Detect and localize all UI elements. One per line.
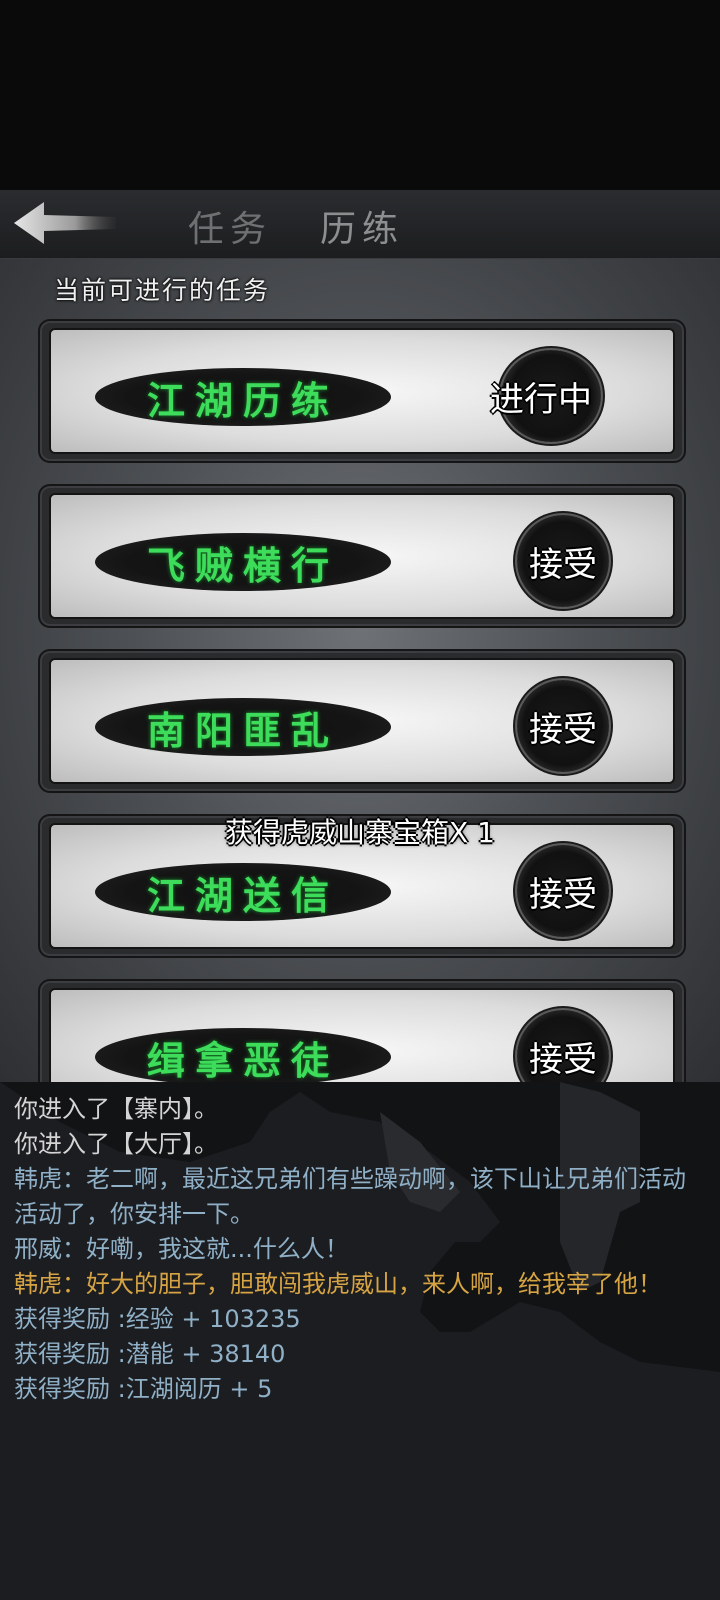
quest-name-brush: 飞贼横行 bbox=[95, 533, 391, 591]
quest-panel: 当前可进行的任务 江湖历练 进行中 飞贼横行 接受 南阳匪乱 接受 江湖送信 接… bbox=[0, 259, 720, 1082]
quest-card-inner: 江湖历练 进行中 bbox=[49, 328, 675, 454]
panel-title: 当前可进行的任务 bbox=[54, 276, 271, 305]
quest-card: 江湖历练 进行中 bbox=[38, 319, 686, 463]
quest-card-inner: 缉拿恶徒 接受 bbox=[49, 988, 675, 1082]
quest-name-brush: 南阳匪乱 bbox=[95, 698, 391, 756]
quest-name: 飞贼横行 bbox=[146, 542, 339, 588]
quest-action-label: 接受 bbox=[529, 544, 597, 585]
quest-name-brush: 缉拿恶徒 bbox=[95, 1028, 391, 1082]
back-button[interactable] bbox=[10, 198, 120, 248]
quest-name: 江湖送信 bbox=[146, 872, 339, 918]
accept-quest-button[interactable]: 接受 bbox=[517, 1010, 609, 1082]
quest-card-inner: 飞贼横行 接受 bbox=[49, 493, 675, 619]
log-line: 获得奖励 :潜能 + 38140 bbox=[14, 1340, 286, 1368]
accept-quest-button[interactable]: 接受 bbox=[517, 515, 609, 607]
quest-name-brush: 江湖送信 bbox=[95, 863, 391, 921]
log-line: 获得奖励 :江湖阅历 + 5 bbox=[14, 1375, 273, 1403]
log-line: 邢威：好嘞，我这就...什么人！ bbox=[14, 1235, 349, 1263]
quest-action-label: 接受 bbox=[529, 874, 597, 915]
log-line: 韩虎：好大的胆子，胆敢闯我虎威山，来人啊，给我宰了他！ bbox=[14, 1270, 662, 1298]
status-bar-area bbox=[0, 0, 720, 190]
quest-action-label: 接受 bbox=[529, 709, 597, 750]
quest-card: 南阳匪乱 接受 bbox=[38, 649, 686, 793]
quest-action-label: 进行中 bbox=[490, 379, 592, 420]
message-log[interactable]: 你进入了【寨内】。 你进入了【大厅】。 韩虎：老二啊，最近这兄弟们有些躁动啊，该… bbox=[0, 1082, 720, 1600]
log-line: 你进入了【寨内】。 bbox=[14, 1095, 218, 1123]
log-lines: 你进入了【寨内】。 你进入了【大厅】。 韩虎：老二啊，最近这兄弟们有些躁动啊，该… bbox=[14, 1092, 706, 1407]
back-arrow-icon bbox=[14, 202, 116, 244]
log-line: 韩虎：老二啊，最近这兄弟们有些躁动啊，该下山让兄弟们活动活动了，你安排一下。 bbox=[14, 1165, 686, 1228]
quest-in-progress-button[interactable]: 进行中 bbox=[490, 350, 601, 442]
log-line: 获得奖励 :经验 + 103235 bbox=[14, 1305, 301, 1333]
header: 任务 历练 bbox=[0, 190, 720, 259]
quest-name: 缉拿恶徒 bbox=[146, 1037, 339, 1083]
accept-quest-button[interactable]: 接受 bbox=[517, 845, 609, 937]
quest-name: 江湖历练 bbox=[146, 377, 339, 423]
quest-card: 飞贼横行 接受 bbox=[38, 484, 686, 628]
tab-tasks[interactable]: 任务 bbox=[188, 200, 272, 252]
quest-name: 南阳匪乱 bbox=[146, 707, 339, 753]
quest-card: 缉拿恶徒 接受 bbox=[38, 979, 686, 1082]
quest-name-brush: 江湖历练 bbox=[95, 368, 391, 426]
reward-toast: 获得虎威山寨宝箱X 1 bbox=[225, 816, 495, 849]
quest-card-inner: 南阳匪乱 接受 bbox=[49, 658, 675, 784]
tab-training[interactable]: 历练 bbox=[320, 200, 404, 252]
quest-action-label: 接受 bbox=[529, 1039, 597, 1080]
accept-quest-button[interactable]: 接受 bbox=[517, 680, 609, 772]
log-line: 你进入了【大厅】。 bbox=[14, 1130, 218, 1158]
